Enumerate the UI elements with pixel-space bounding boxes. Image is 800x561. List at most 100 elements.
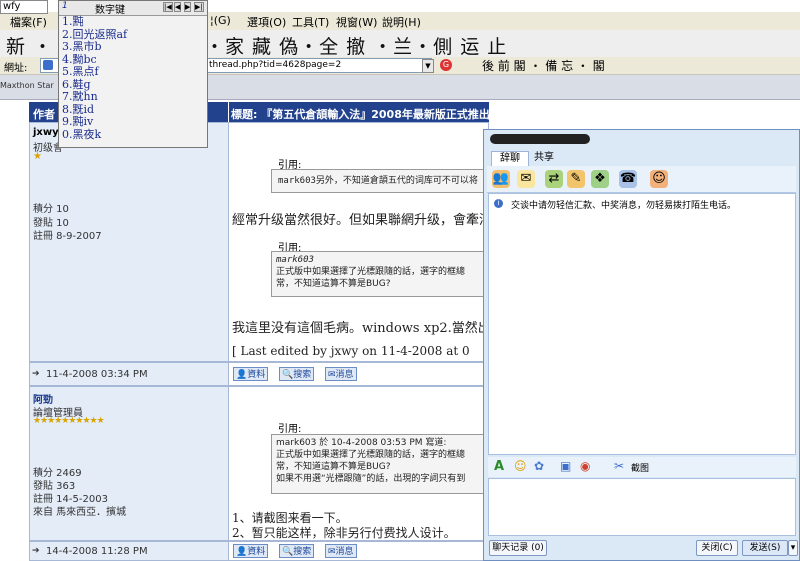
post2-message-button[interactable]: ✉消息 [325,544,357,558]
post2-body: 引用: mark603 於 10-4-2008 03:53 PM 寫道: 正式版… [228,386,489,541]
mail-icon[interactable]: ✉ [517,170,535,188]
send-button[interactable]: 发送(S) [742,540,788,556]
ime-next-page-icon[interactable]: ▶ [184,2,192,12]
post2-time: 14-4-2008 11:28 PM [46,546,148,557]
address-dropdown-icon[interactable]: ▼ [422,59,434,73]
post1-quote2: mark603 正式版中如果選擇了光標跟隨的話，選字的框總 常，不知道這算不算是… [271,251,488,297]
gift-icon[interactable]: ✿ [534,459,544,473]
chat-history-label: 聊天记录 [492,543,529,553]
banner-links[interactable]: 後 前 閣 ・ 備 忘 ・ 閣 [482,57,605,74]
close-button[interactable]: 关闭(C) [696,540,738,556]
chat-title-redacted [490,134,590,144]
post1-message-button[interactable]: ✉消息 [325,367,357,381]
post1-line2: 我這里没有這個毛病。windows xp2.當然出現 [232,321,489,336]
post1-author-cell: jxwy 初级會 ★ 積分 10 發貼 10 註冊 8-9-2007 [29,122,229,362]
post1-author[interactable]: jxwy [33,127,59,138]
menu-partial[interactable]: ¦(G) [210,14,231,27]
message-icon: ✉ [328,547,336,557]
post2-search-button[interactable]: 🔍搜索 [279,544,315,558]
ime-candidate[interactable]: 5.黑点f [62,65,127,79]
thread-title: 標题: 『第五代倉頡輸入法』2008年最新版正式推出! [231,108,489,121]
post2-profile-button[interactable]: 👤資料 [233,544,269,558]
search-label: 搜索 [293,547,312,557]
profile-icon: 👤 [236,547,248,557]
post1-footer-right: 👤資料 🔍搜索 ✉消息 [228,362,489,386]
ime-candidate[interactable]: 1.黗 [62,15,127,29]
menu-tools[interactable]: 工具(T) [292,14,329,30]
chat-input-box[interactable] [488,478,796,536]
post1-quote2-line1: 正式版中如果選擇了光標跟隨的話，選字的框總 [276,267,466,277]
post1-body: 引用: mark603另外，不知道倉頡五代的词库可不可以将 經常升级當然很好。但… [228,122,489,362]
ime-candidate-window: 1 数字键 |◀ ◀ ▶ ▶| 1.黗 2.回光返照af 3.黑市b 4.黝bc… [58,0,208,148]
post2-quote-line2: 常，不知道這算不算是BUG? [276,462,391,472]
screenshot-label[interactable]: 截图 [631,461,649,474]
screenshot-icon[interactable]: ✂ [614,459,624,473]
post2-reply-line2: 2、暂只能这样，除非另行付费找人设计。 [232,526,456,540]
post2-quote-line1: 正式版中如果選擇了光標跟隨的話，選字的框總 [276,450,466,460]
menu-options[interactable]: 選項(O) [247,14,286,30]
tab-share[interactable]: 共享 [529,151,559,165]
note-icon[interactable]: ✎ [567,170,585,188]
post1-quote2-author: mark603 [276,255,314,265]
close-label: 关闭(C) [701,543,733,553]
search-icon: 🔍 [282,370,294,380]
message-label: 消息 [335,547,354,557]
ime-title-bar: 1 数字键 |◀ ◀ ▶ ▶| [59,1,207,16]
ime-candidate[interactable]: 7.黕hn [62,90,127,104]
post2-time-icon: ➔ [32,546,40,556]
tab-maxthon-start[interactable]: Maxthon Star [0,81,54,90]
ime-prev-page-icon[interactable]: ◀ [174,2,182,12]
emoji-icon[interactable]: ☺ [514,459,527,473]
font-icon[interactable]: A [494,459,504,474]
menu-help[interactable]: 說明(H) [382,14,421,30]
post1-line1: 經常升级當然很好。但如果聯網升级，會牽涉 [232,213,489,228]
post1-registered: 註冊 8-9-2007 [33,231,102,242]
menu-file[interactable]: 檔案(F) [10,14,47,30]
menu-window[interactable]: 視窗(W) [336,14,377,30]
apps-icon[interactable]: ❖ [591,170,609,188]
post1-footer-left: ➔ 11-4-2008 03:34 PM [29,362,229,386]
tab-share-label: 共享 [534,152,554,163]
post2-quote: mark603 於 10-4-2008 03:53 PM 寫道: 正式版中如果選… [271,434,488,494]
message-label: 消息 [335,370,354,380]
friends-icon[interactable]: ☺ [650,170,668,188]
post1-quote1: mark603另外，不知道倉頡五代的词库可不可以将 [271,169,488,193]
profile-icon: 👤 [236,370,248,380]
ime-page-label: 1 [62,1,68,11]
transfer-icon[interactable]: ⇄ [545,170,563,188]
chat-window: 辞聊 共享 👥 ✉ ⇄ ✎ ❖ ☎ ☺ i 交谈中请勿轻信汇款、中奖消息，勿轻易… [483,129,800,561]
post1-search-button[interactable]: 🔍搜索 [279,367,315,381]
post1-profile-button[interactable]: 👤資料 [233,367,269,381]
ime-title: 数字键 [95,5,125,16]
chat-history-button[interactable]: 聊天记录 (0) [489,540,547,556]
post2-location: 來自 馬來西亞．擯城 [33,507,127,518]
chat-notice: 交谈中请勿轻信汇款、中奖消息，勿轻易拨打陌生电话。 [511,201,737,211]
phone-icon[interactable]: ☎ [619,170,637,188]
image-icon[interactable]: ▣ [560,459,571,473]
ime-composition-box: wfy [0,0,48,14]
banner-text-right: ・家 藏 偽・全 撤 ・兰・側 运 止 [205,36,508,58]
chat-toolbar: 👥 ✉ ⇄ ✎ ❖ ☎ ☺ [487,166,796,193]
profile-label: 資料 [247,370,266,380]
search-engine-icon[interactable]: G [440,59,452,71]
post2-footer-right: 👤資料 🔍搜索 ✉消息 [228,541,489,561]
search-label: 搜索 [293,370,312,380]
ime-last-page-icon[interactable]: ▶| [194,2,204,12]
chat-format-bar: A ☺ ✿ ▣ ◉ ✂ 截图 [488,457,796,477]
send-options-icon[interactable]: ▾ [788,540,798,556]
ime-candidate[interactable]: 0.黑夜k [62,128,127,142]
chat-message-area[interactable]: i 交谈中请勿轻信汇款、中奖消息，勿轻易拨打陌生电话。 [488,193,796,455]
ime-candidate[interactable]: 3.黑市b [62,40,127,54]
page-icon [43,60,53,70]
voice-icon[interactable]: ◉ [580,459,590,473]
ime-first-page-icon[interactable]: |◀ [163,2,173,12]
ime-candidate[interactable]: 9.黗iv [62,115,127,129]
contacts-icon[interactable]: 👥 [492,170,510,188]
address-label: 網址: [4,63,28,74]
ime-candidate-list: 1.黗 2.回光返照af 3.黑市b 4.黝bc 5.黑点f 6.黊g 7.黕h… [62,15,127,142]
post1-quote2-line2: 常，不知道這算不算是BUG? [276,279,391,289]
search-icon: 🔍 [282,547,294,557]
tab-chat[interactable]: 辞聊 [491,151,529,166]
send-label: 发送(S) [749,543,781,553]
ime-composition-text: wfy [3,1,21,12]
